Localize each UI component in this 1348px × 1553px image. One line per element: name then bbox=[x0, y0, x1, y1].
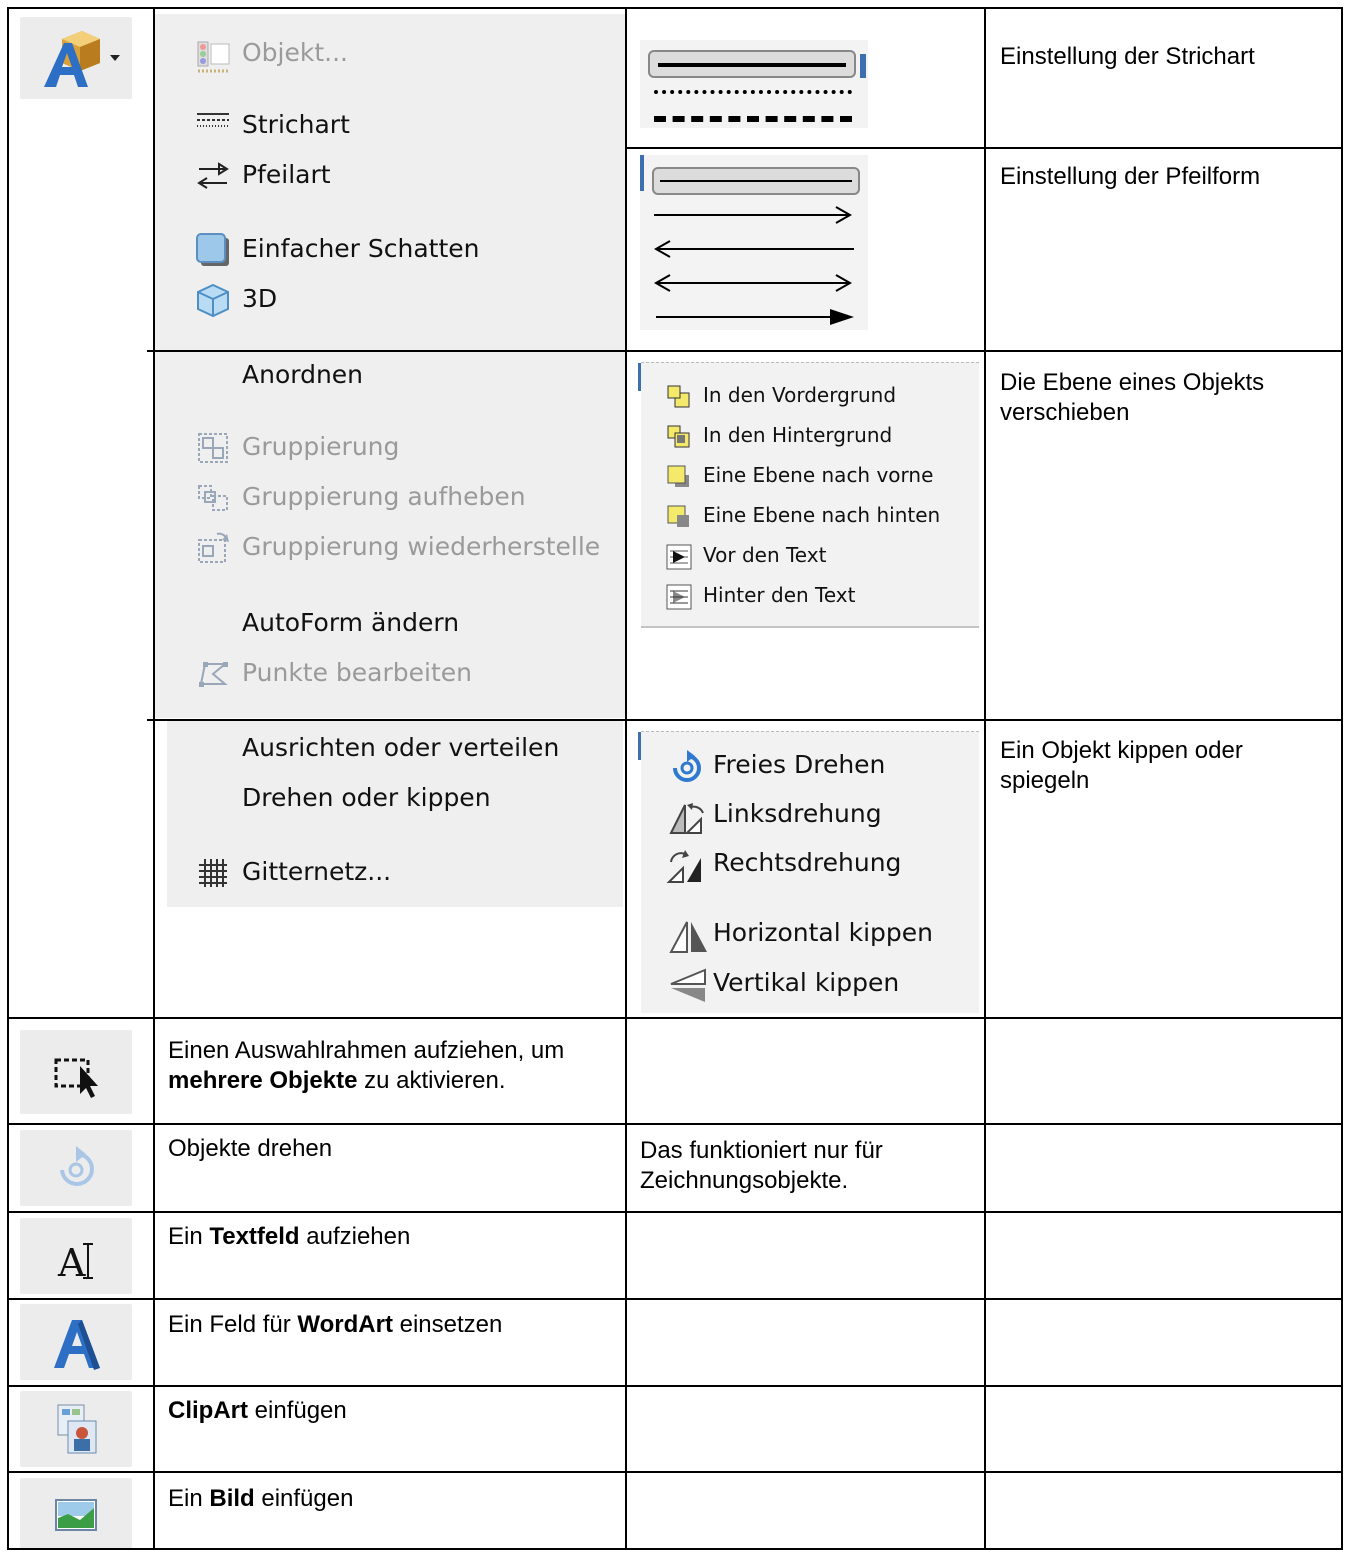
row-select-text: Einen Auswahlrahmen aufziehen, um mehrer… bbox=[168, 1037, 565, 1094]
rotate-right-icon bbox=[666, 850, 701, 883]
select-frame-icon bbox=[54, 1058, 98, 1098]
row-textbox-text: Ein Textfeld aufziehen bbox=[168, 1223, 411, 1250]
textbox-button[interactable]: A bbox=[20, 1218, 132, 1294]
arrow-style-selected[interactable] bbox=[652, 167, 860, 195]
picture-button[interactable] bbox=[20, 1478, 132, 1548]
menu-item-ausrichten[interactable]: Ausrichten oder verteilen bbox=[242, 733, 559, 762]
clipart-button[interactable] bbox=[20, 1391, 132, 1467]
drawing-menu-button[interactable] bbox=[20, 17, 132, 99]
ungroup-icon bbox=[198, 485, 228, 511]
order-item-hintergrund[interactable]: In den Hintergrund bbox=[641, 419, 979, 455]
line-style-dashed[interactable] bbox=[654, 116, 852, 122]
rotate-left-icon bbox=[669, 803, 704, 834]
in-front-of-text-icon bbox=[666, 544, 692, 570]
order-item-vor-den-text[interactable]: Vor den Text bbox=[641, 539, 979, 575]
column-divider-3 bbox=[984, 7, 986, 1550]
menu-item-strichart[interactable]: Strichart bbox=[242, 110, 350, 139]
row-line-4 bbox=[7, 1298, 1343, 1300]
menu-item-objekt[interactable]: Objekt... bbox=[242, 38, 348, 67]
line-style-dotted[interactable] bbox=[654, 90, 852, 94]
grid-icon bbox=[199, 859, 227, 887]
menu-item-3d[interactable]: 3D bbox=[242, 284, 277, 313]
flip-horizontal-icon bbox=[669, 921, 707, 953]
rotate-item-rechtsdrehung[interactable]: Rechtsdrehung bbox=[641, 844, 979, 886]
align-menu: Ausrichten oder verteilen Drehen oder ki… bbox=[167, 721, 623, 907]
row-picture-text: Ein Bild einfügen bbox=[168, 1485, 354, 1512]
shadow-icon bbox=[196, 233, 229, 266]
bring-to-front-icon bbox=[667, 385, 690, 408]
table-border-top bbox=[7, 7, 1343, 9]
menu-item-gitternetz[interactable]: Gitternetz... bbox=[242, 857, 391, 886]
arrow-style-icon bbox=[197, 162, 229, 189]
row-rotate-note: Das funktioniert nur für Zeichnungsobjek… bbox=[640, 1137, 883, 1194]
desc-strichart: Einstellung der Strichart bbox=[1000, 43, 1255, 70]
rotate-item-linksdrehung[interactable]: Linksdrehung bbox=[641, 795, 979, 837]
menu-item-autoform-aendern[interactable]: AutoForm ändern bbox=[242, 608, 459, 637]
rotate-submenu: Freies Drehen Linksdrehung Rechtsdrehung… bbox=[638, 731, 979, 1013]
textbox-icon: A bbox=[57, 1241, 93, 1285]
rotate-item-vertikal-kippen[interactable]: Vertikal kippen bbox=[641, 964, 979, 1006]
row-line-2 bbox=[7, 1123, 1343, 1125]
menu-item-gruppierung-wiederherstellen[interactable]: Gruppierung wiederherstelle bbox=[242, 532, 600, 561]
row-clipart-text: ClipArt einfügen bbox=[168, 1397, 347, 1424]
row-rotate-text: Objekte drehen bbox=[168, 1135, 333, 1162]
row-wordart-text: Ein Feld für WordArt einsetzen bbox=[168, 1311, 503, 1338]
row-line-1 bbox=[7, 1017, 1343, 1019]
desc-kippen: Ein Objekt kippen oder spiegeln bbox=[1000, 737, 1243, 794]
behind-text-icon bbox=[666, 584, 692, 610]
3d-cube-icon bbox=[197, 283, 229, 318]
line-style-icon bbox=[197, 113, 229, 127]
flip-vertical-icon bbox=[670, 968, 706, 1002]
desc-ebene: Die Ebene eines Objekts verschieben bbox=[1000, 369, 1265, 426]
column-divider-2 bbox=[625, 7, 627, 1550]
order-item-vordergrund[interactable]: In den Vordergrund bbox=[641, 379, 979, 415]
arrow-style-preview bbox=[640, 155, 868, 330]
table-border-left bbox=[7, 7, 9, 1550]
table-border-bottom bbox=[7, 1548, 1343, 1550]
send-to-back-icon bbox=[667, 425, 690, 448]
picture-icon bbox=[55, 1499, 97, 1531]
row-line-3 bbox=[7, 1211, 1343, 1213]
regroup-icon bbox=[198, 532, 229, 563]
arrange-menu: Anordnen Gruppierung Gruppierung aufhebe… bbox=[155, 352, 625, 718]
bring-forward-icon bbox=[667, 465, 689, 487]
select-frame-button[interactable] bbox=[20, 1030, 132, 1114]
draw-menu-top: Objekt... Strichart Pfeilart Einfacher S… bbox=[155, 14, 625, 350]
order-item-eine-ebene-hinten[interactable]: Eine Ebene nach hinten bbox=[641, 499, 979, 535]
desc-pfeilform: Einstellung der Pfeilform bbox=[1000, 163, 1261, 190]
clipart-icon bbox=[57, 1404, 97, 1454]
svg-text:A: A bbox=[57, 1241, 86, 1285]
line-style-preview bbox=[640, 40, 868, 128]
free-rotate-icon bbox=[673, 750, 701, 782]
order-item-hinter-den-text[interactable]: Hinter den Text bbox=[641, 579, 979, 615]
object-icon bbox=[197, 41, 230, 73]
table-border-right bbox=[1341, 7, 1343, 1550]
menu-item-gruppierung-aufheben[interactable]: Gruppierung aufheben bbox=[242, 482, 526, 511]
menu-item-drehen-kippen[interactable]: Drehen oder kippen bbox=[242, 783, 491, 812]
order-item-eine-ebene-vorne[interactable]: Eine Ebene nach vorne bbox=[641, 459, 979, 495]
menu-item-punkte-bearbeiten[interactable]: Punkte bearbeiten bbox=[242, 658, 472, 687]
menu-item-pfeilart[interactable]: Pfeilart bbox=[242, 160, 331, 189]
row-line-6 bbox=[7, 1471, 1343, 1473]
edit-points-icon bbox=[199, 662, 228, 687]
rotate-item-horizontal-kippen[interactable]: Horizontal kippen bbox=[641, 914, 979, 956]
subrow-line-1 bbox=[625, 147, 1343, 149]
menu-item-gruppierung[interactable]: Gruppierung bbox=[242, 432, 399, 461]
row-line-5 bbox=[7, 1385, 1343, 1387]
arrow-style-options[interactable] bbox=[650, 203, 862, 328]
menu-item-anordnen[interactable]: Anordnen bbox=[242, 360, 363, 389]
wordart-button[interactable] bbox=[20, 1304, 132, 1380]
rotate-objects-button[interactable] bbox=[20, 1130, 132, 1206]
wordart-cube-icon bbox=[44, 31, 120, 87]
order-submenu: In den Vordergrund In den Hintergrund Ei… bbox=[638, 362, 979, 628]
send-backward-icon bbox=[667, 505, 689, 527]
rotate-objects-icon bbox=[60, 1146, 94, 1186]
rotate-item-freies-drehen[interactable]: Freies Drehen bbox=[641, 746, 979, 788]
line-style-selected[interactable] bbox=[648, 50, 856, 78]
wordart-icon bbox=[54, 1320, 100, 1370]
menu-item-einfacher-schatten[interactable]: Einfacher Schatten bbox=[242, 234, 480, 263]
group-icon bbox=[198, 433, 228, 463]
